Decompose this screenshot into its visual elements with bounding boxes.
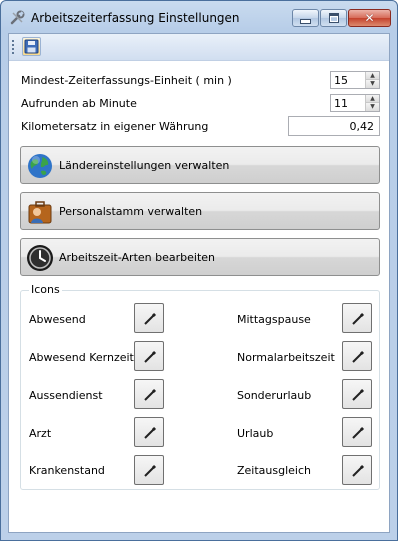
pencil-icon — [352, 350, 365, 363]
icon-label-krankenstand: Krankenstand — [29, 464, 105, 477]
wrench-tools-icon — [10, 10, 25, 25]
worktime-types-button[interactable]: Arbeitszeit-Arten bearbeiten — [20, 238, 380, 276]
icon-label-mittagspause: Mittagspause — [237, 313, 311, 326]
round-label: Aufrunden ab Minute — [21, 97, 137, 110]
round-down-icon[interactable]: ▼ — [365, 103, 379, 111]
round-value[interactable]: 11 — [334, 97, 348, 110]
countries-button-label: Ländereinstellungen verwalten — [59, 159, 230, 172]
min-unit-value[interactable]: 15 — [334, 74, 348, 87]
icon-label-urlaub: Urlaub — [237, 427, 274, 440]
icon-picker-abwesend[interactable] — [134, 303, 164, 333]
clock-icon — [27, 245, 53, 271]
min-unit-stepper[interactable]: 15 ▲ ▼ — [330, 71, 380, 89]
close-button[interactable]: ✕ — [348, 9, 391, 27]
km-rate-value[interactable]: 0,42 — [350, 120, 375, 133]
icon-label-abwesend-kernzeit: Abwesend Kernzeit — [29, 351, 134, 364]
round-stepper[interactable]: 11 ▲ ▼ — [330, 94, 380, 112]
icon-picker-zeitausgleich[interactable] — [342, 455, 372, 485]
save-button[interactable] — [22, 37, 41, 56]
minimize-icon — [300, 18, 311, 24]
person-briefcase-icon — [28, 201, 52, 224]
toolbar — [9, 34, 389, 61]
countries-button[interactable]: Ländereinstellungen verwalten — [20, 146, 380, 184]
pencil-icon — [352, 388, 365, 401]
icon-label-sonderurlaub: Sonderurlaub — [237, 389, 312, 402]
icon-picker-urlaub[interactable] — [342, 417, 372, 447]
min-unit-up-icon[interactable]: ▲ — [365, 72, 379, 80]
icons-group-title: Icons — [29, 283, 62, 296]
toolbar-grip[interactable] — [12, 40, 14, 54]
icon-picker-arzt[interactable] — [134, 417, 164, 447]
icon-picker-aussendienst[interactable] — [134, 379, 164, 409]
pencil-icon — [144, 464, 157, 477]
window-title: Arbeitszeiterfassung Einstellungen — [31, 11, 240, 25]
maximize-button[interactable] — [320, 9, 347, 27]
icon-picker-krankenstand[interactable] — [134, 455, 164, 485]
worktime-types-button-label: Arbeitszeit-Arten bearbeiten — [59, 251, 216, 264]
km-rate-input[interactable]: 0,42 — [288, 116, 380, 136]
client-area: Mindest-Zeiterfassungs-Einheit ( min ) 1… — [8, 33, 390, 533]
settings-window: Arbeitszeiterfassung Einstellungen ✕ Min… — [0, 0, 398, 541]
icon-label-abwesend: Abwesend — [29, 313, 86, 326]
icon-picker-mittagspause[interactable] — [342, 303, 372, 333]
floppy-disk-icon — [24, 39, 39, 54]
round-up-icon[interactable]: ▲ — [365, 95, 379, 103]
minimize-button[interactable] — [292, 9, 319, 27]
pencil-icon — [144, 388, 157, 401]
min-unit-down-icon[interactable]: ▼ — [365, 80, 379, 88]
pencil-icon — [352, 464, 365, 477]
pencil-icon — [144, 312, 157, 325]
icon-picker-sonderurlaub[interactable] — [342, 379, 372, 409]
icon-label-aussendienst: Aussendienst — [29, 389, 103, 402]
icon-label-arzt: Arzt — [29, 427, 52, 440]
min-unit-label: Mindest-Zeiterfassungs-Einheit ( min ) — [21, 74, 232, 87]
icon-label-normalarbeitszeit: Normalarbeitszeit — [237, 351, 335, 364]
maximize-icon — [328, 13, 339, 23]
pencil-icon — [144, 350, 157, 363]
icon-picker-abwesend-kernzeit[interactable] — [134, 341, 164, 371]
close-icon: ✕ — [364, 11, 375, 25]
pencil-icon — [144, 426, 157, 439]
pencil-icon — [352, 426, 365, 439]
icon-picker-normalarbeitszeit[interactable] — [342, 341, 372, 371]
pencil-icon — [352, 312, 365, 325]
km-label: Kilometersatz in eigener Währung — [21, 120, 209, 133]
staff-button[interactable]: Personalstamm verwalten — [20, 192, 380, 230]
icon-label-zeitausgleich: Zeitausgleich — [237, 464, 311, 477]
globe-icon — [28, 154, 52, 178]
staff-button-label: Personalstamm verwalten — [59, 205, 203, 218]
title-bar[interactable]: Arbeitszeiterfassung Einstellungen ✕ — [1, 1, 397, 33]
